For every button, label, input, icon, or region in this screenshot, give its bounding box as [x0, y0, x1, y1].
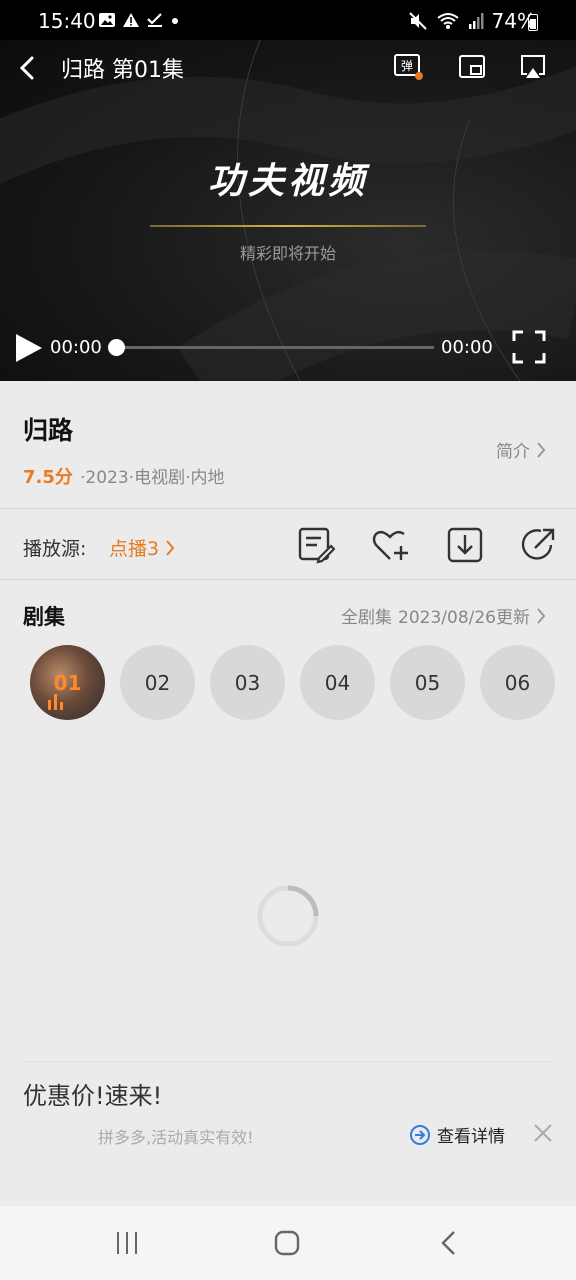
- episodes-title: 剧集: [23, 605, 65, 629]
- playing-indicator-icon: [48, 694, 63, 710]
- intro-link[interactable]: 简介: [496, 437, 546, 462]
- episode-number: 04: [324, 670, 351, 695]
- episodes-section: 剧集 全剧集 2023/08/26更新 01 02 03 04 05 06: [0, 581, 576, 741]
- dot-icon: [172, 18, 178, 24]
- logo-divider: [150, 225, 426, 227]
- favorite-add-icon[interactable]: [371, 526, 409, 564]
- update-date: 2023/08/26更新: [398, 608, 530, 628]
- show-title: 归路: [23, 416, 74, 445]
- warning-icon: [123, 13, 139, 27]
- wifi-icon: [436, 13, 459, 29]
- download-icon[interactable]: [446, 526, 484, 564]
- episode-button[interactable]: 04: [300, 645, 375, 720]
- fullscreen-icon[interactable]: [512, 330, 546, 364]
- source-row: 播放源: 点播3: [0, 510, 576, 580]
- signal-icon: [468, 13, 484, 29]
- player-logo-subtitle: 精彩即将开始: [239, 244, 336, 263]
- show-info: 归路 7.5分 ·2023·电视剧·内地 简介: [0, 381, 576, 509]
- show-meta: ·2023·电视剧·内地: [80, 468, 225, 488]
- source-label: 播放源:: [23, 538, 87, 560]
- source-selector[interactable]: 点播3: [109, 534, 175, 561]
- comment-edit-icon[interactable]: [297, 526, 335, 564]
- total-time: 00:00: [441, 337, 493, 358]
- progress-knob[interactable]: [108, 339, 125, 356]
- task-done-icon: [147, 13, 162, 27]
- battery-icon: [528, 14, 538, 31]
- danmaku-label: 弹: [401, 59, 413, 73]
- episode-button[interactable]: 05: [390, 645, 465, 720]
- share-icon[interactable]: [519, 526, 557, 564]
- ad-detail-label: 查看详情: [437, 1127, 505, 1147]
- show-score: 7.5分: [23, 467, 73, 488]
- close-icon[interactable]: [532, 1122, 554, 1144]
- chevron-right-icon: [537, 607, 546, 624]
- gallery-icon: [99, 13, 115, 27]
- system-navigation-bar: [0, 1206, 576, 1280]
- all-episodes-link[interactable]: 全剧集 2023/08/26更新: [341, 603, 546, 628]
- picture-in-picture-icon[interactable]: [457, 52, 487, 82]
- recent-apps-icon[interactable]: [112, 1228, 142, 1258]
- source-value: 点播3: [109, 538, 160, 560]
- loading-spinner-icon: [257, 885, 319, 947]
- progress-track[interactable]: [116, 346, 434, 349]
- episode-number: 02: [144, 670, 171, 695]
- all-episodes-label: 全剧集: [341, 608, 393, 628]
- episode-button[interactable]: 03: [210, 645, 285, 720]
- danmaku-toggle-icon[interactable]: 弹: [393, 52, 423, 82]
- video-player[interactable]: 归路 第01集 弹 功夫视频 精彩即将开始 00:00 00:00: [0, 40, 576, 381]
- back-icon[interactable]: [14, 54, 42, 82]
- intro-label: 简介: [496, 442, 530, 462]
- home-icon[interactable]: [272, 1228, 302, 1258]
- episode-number: 05: [414, 670, 441, 695]
- status-time: 15:40: [38, 9, 96, 33]
- chevron-right-icon: [537, 441, 546, 458]
- status-notification-icons: [98, 12, 180, 28]
- episode-button-current[interactable]: 01: [30, 645, 105, 720]
- player-title: 归路 第01集: [61, 58, 184, 83]
- player-logo-text: 功夫视频: [207, 160, 368, 202]
- nav-back-icon[interactable]: [434, 1228, 464, 1258]
- cast-screen-icon[interactable]: [518, 52, 548, 82]
- episode-button[interactable]: 02: [120, 645, 195, 720]
- episode-number: 03: [234, 670, 261, 695]
- ad-title[interactable]: 优惠价!速来!: [23, 1076, 162, 1111]
- episode-button[interactable]: 06: [480, 645, 555, 720]
- chevron-right-icon: [166, 539, 175, 556]
- episode-number: 01: [53, 670, 82, 695]
- status-system-icons: 74%: [408, 9, 536, 33]
- ad-subtitle: 拼多多,活动真实有效!: [98, 1128, 254, 1147]
- ad-detail-button[interactable]: 查看详情: [409, 1122, 505, 1147]
- episode-number: 06: [504, 670, 531, 695]
- mute-icon: [408, 12, 427, 30]
- ad-divider: [23, 1061, 551, 1062]
- enter-arrow-icon: [410, 1124, 430, 1145]
- current-time: 00:00: [50, 337, 102, 358]
- play-icon[interactable]: [14, 332, 44, 364]
- player-background-curves: [0, 40, 576, 381]
- status-bar: 15:40 74%: [0, 0, 576, 40]
